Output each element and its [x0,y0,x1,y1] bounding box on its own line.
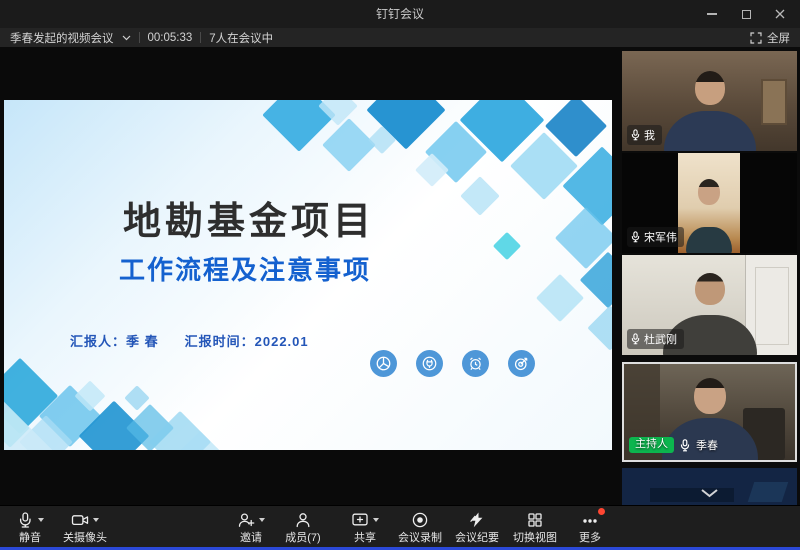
fullscreen-button[interactable]: 全屏 [750,30,790,46]
video-tile-partial[interactable] [622,468,797,505]
slide-presenter-line: 汇报人：季 春 汇报时间：2022.01 [70,331,309,350]
window-title: 钉钉会议 [0,0,800,28]
power-plug-icon [416,350,443,377]
chevron-down-icon[interactable] [122,35,131,41]
slide-decoration-diamond [587,305,612,350]
mute-button[interactable]: 静音 [4,511,56,545]
participant-sidebar: 我 宋军伟 杜武刚 [620,47,800,505]
person-icon [294,511,312,529]
meeting-info-left: 季春发起的视频会议 00:05:33 7人在会议中 [10,30,273,46]
avatar [698,179,720,205]
video-tile-host-active[interactable]: 主持人 季春 [622,362,797,462]
slide-title: 地勘基金项目 [4,190,494,245]
grid-view-icon [526,511,544,529]
minimize-button[interactable] [702,4,722,24]
control-toolbar: 静音 关摄像头 邀请 成员(7) 共享 会议录制 会议纪要 切换 [0,505,800,547]
participant-label: 杜武刚 [627,329,684,349]
alarm-clock-icon [462,350,489,377]
avatar [694,378,726,414]
avatar [695,273,725,305]
target-dart-icon [508,350,535,377]
video-tile-participant[interactable]: 宋军伟 [622,153,797,253]
person-add-icon [237,511,255,529]
fullscreen-icon [750,32,762,44]
presentation-slide: 地勘基金项目 工作流程及注意事项 汇报人：季 春 汇报时间：2022.01 [4,100,612,450]
share-screen-button[interactable]: 共享 [339,511,391,545]
participant-label: 宋军伟 [627,227,684,247]
microphone-icon [680,439,690,452]
microphone-icon [631,129,640,141]
meeting-duration: 00:05:33 [148,32,193,44]
fullscreen-label: 全屏 [767,30,790,46]
camera-off-button[interactable]: 关摄像头 [53,511,117,545]
lightning-icon [468,511,486,529]
divider [200,32,201,43]
caret-down-icon[interactable] [259,518,265,522]
divider [139,32,140,43]
record-icon [411,511,429,529]
slide-icon-row [370,350,535,377]
avatar [695,71,725,105]
microphone-icon [16,511,34,529]
participant-label: 我 [627,125,662,145]
record-button[interactable]: 会议录制 [392,511,448,545]
caret-down-icon[interactable] [38,518,44,522]
participant-name: 我 [644,127,655,143]
camera-icon [71,511,89,529]
minimize-icon [707,13,717,15]
maximize-button[interactable] [736,4,756,24]
participant-name: 杜武刚 [644,331,677,347]
report-time: 汇报时间：2022.01 [185,331,309,350]
notification-dot [598,508,605,515]
title-bar: 钉钉会议 [0,0,800,28]
dingtalk-meeting-window: 钉钉会议 季春发起的视频会议 00:05:33 7人在会议中 全屏 地勘基金项目 [0,0,800,550]
participant-name: 季春 [696,437,718,453]
minutes-button[interactable]: 会议纪要 [449,511,505,545]
background-picture [761,79,787,125]
slide-decoration-diamond [493,232,521,260]
pie-chart-icon [370,350,397,377]
participant-name: 宋军伟 [644,229,677,245]
shared-screen-stage: 地勘基金项目 工作流程及注意事项 汇报人：季 春 汇报时间：2022.01 [0,47,620,505]
invite-button[interactable]: 邀请 [225,511,277,545]
maximize-icon [742,10,751,19]
avatar [664,111,756,151]
screen-share-icon [351,511,369,529]
window-controls [702,0,790,28]
caret-down-icon[interactable] [93,518,99,522]
slide-subtitle: 工作流程及注意事项 [4,250,486,287]
caret-down-icon[interactable] [373,518,379,522]
members-button[interactable]: 成员(7) [275,511,331,545]
slide-decoration-diamond [322,118,376,172]
video-tile-self[interactable]: 我 [622,51,797,151]
participant-count: 7人在会议中 [209,30,273,46]
microphone-icon [631,333,640,345]
portrait-video-strip [678,153,740,253]
close-button[interactable] [770,4,790,24]
shared-screen-thumbnail [650,488,734,502]
shared-screen-thumbnail [748,482,788,502]
close-icon [775,9,785,19]
collapse-sidebar-chevron-icon[interactable] [700,488,719,498]
slide-decoration-diamond [536,274,584,322]
host-badge: 主持人 [629,437,674,453]
switch-view-button[interactable]: 切换视图 [507,511,563,545]
presenter-name: 汇报人：季 春 [70,331,159,350]
meeting-title[interactable]: 季春发起的视频会议 [10,30,114,46]
microphone-icon [631,231,640,243]
more-dots-icon [581,511,599,529]
meeting-info-bar: 季春发起的视频会议 00:05:33 7人在会议中 全屏 [0,28,800,47]
more-button[interactable]: 更多 [564,511,616,545]
avatar [686,227,732,253]
participant-label: 主持人 季春 [629,437,718,453]
video-tile-participant[interactable]: 杜武刚 [622,255,797,355]
